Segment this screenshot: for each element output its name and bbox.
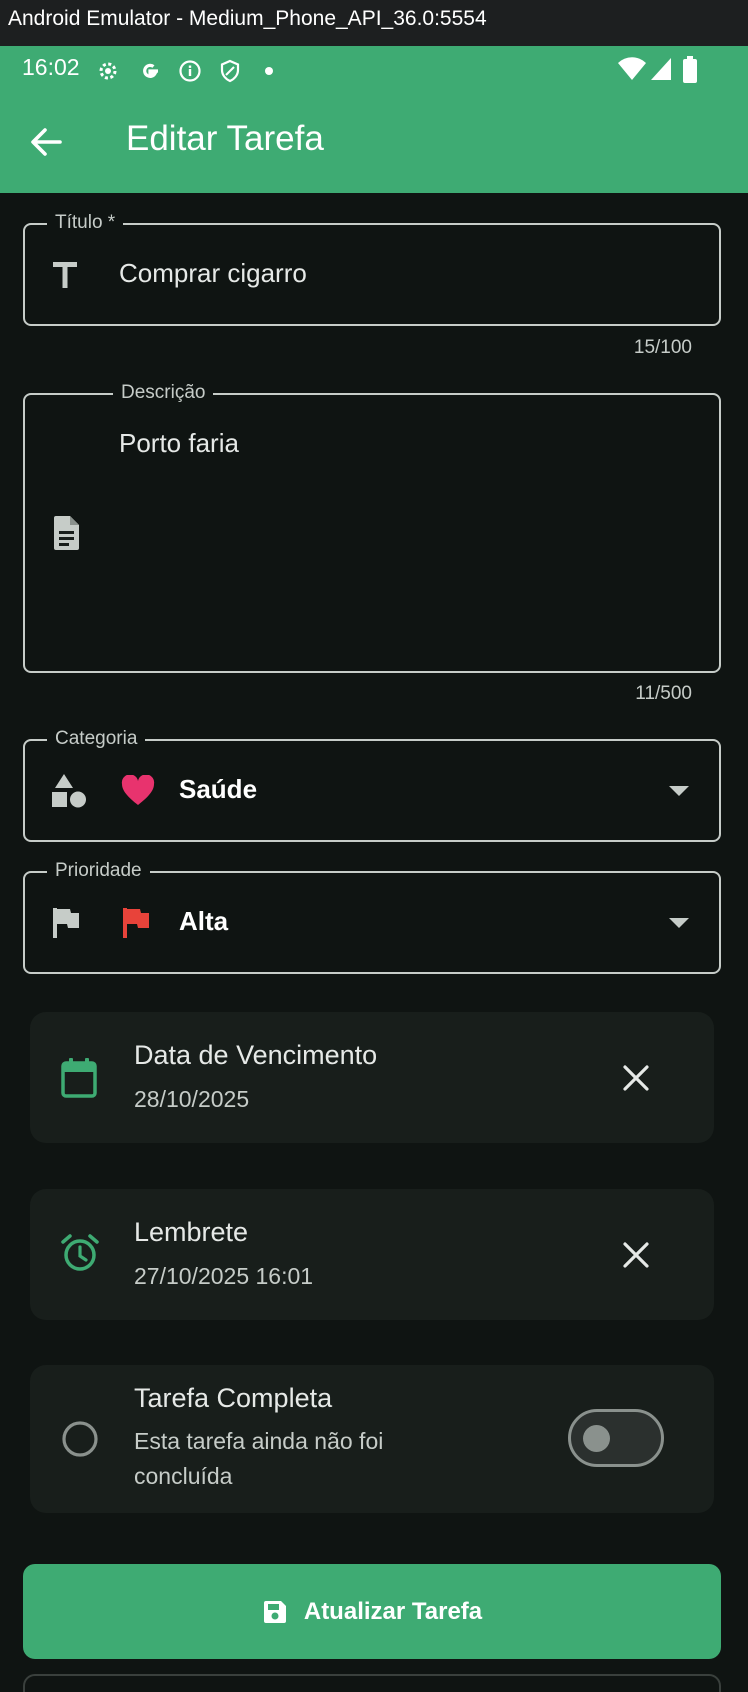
window-title: Android Emulator - Medium_Phone_API_36.0… xyxy=(8,7,487,30)
title-input[interactable]: Comprar cigarro xyxy=(119,258,307,289)
completion-card[interactable]: Tarefa Completa Esta tarefa ainda não fo… xyxy=(30,1365,714,1513)
close-icon[interactable] xyxy=(622,1241,650,1269)
info-icon xyxy=(179,60,201,82)
close-icon[interactable] xyxy=(622,1064,650,1092)
toggle-knob xyxy=(583,1425,610,1452)
completion-subtitle-line1: Esta tarefa ainda não foi xyxy=(134,1428,384,1454)
title-text-icon xyxy=(53,262,77,288)
status-bar: 16:02 xyxy=(0,46,748,92)
secondary-button[interactable] xyxy=(23,1674,721,1692)
description-input[interactable]: Porto faria xyxy=(119,428,239,459)
update-task-button[interactable]: Atualizar Tarefa xyxy=(23,1564,721,1659)
priority-select[interactable]: Prioridade Alta xyxy=(23,859,721,974)
heart-icon xyxy=(121,775,155,805)
notification-dot-icon xyxy=(265,67,273,75)
description-counter: 11/500 xyxy=(635,683,692,704)
description-field-label: Descrição xyxy=(113,381,214,405)
settings-icon xyxy=(99,62,117,80)
reminder-title: Lembrete xyxy=(134,1217,249,1247)
reminder-value: 27/10/2025 16:01 xyxy=(134,1263,314,1289)
due-date-title: Data de Vencimento xyxy=(134,1040,378,1070)
page-title: Editar Tarefa xyxy=(126,119,324,158)
description-field[interactable]: Descrição Porto faria xyxy=(23,381,721,673)
title-counter: 15/100 xyxy=(633,337,692,358)
alarm-icon xyxy=(61,1234,99,1271)
title-field[interactable]: Título * Comprar cigarro xyxy=(23,211,721,326)
category-shapes-icon xyxy=(52,774,86,808)
priority-field-label: Prioridade xyxy=(47,859,150,883)
update-task-label: Atualizar Tarefa xyxy=(303,1597,483,1625)
completion-title: Tarefa Completa xyxy=(134,1383,333,1413)
app-bar: Editar Tarefa xyxy=(0,92,748,193)
save-icon xyxy=(263,1600,286,1623)
flag-icon xyxy=(53,908,79,938)
window-title-bar: Android Emulator - Medium_Phone_API_36.0… xyxy=(0,0,748,46)
priority-value: Alta xyxy=(179,906,229,936)
completion-toggle[interactable] xyxy=(568,1409,664,1467)
google-icon xyxy=(143,63,158,78)
document-icon xyxy=(54,516,79,550)
signal-icon xyxy=(651,58,671,80)
completion-subtitle-line2: concluída xyxy=(134,1463,233,1489)
shield-icon xyxy=(220,59,240,83)
battery-icon xyxy=(683,56,697,83)
chevron-down-icon[interactable] xyxy=(669,786,689,796)
calendar-icon xyxy=(61,1058,97,1098)
reminder-card[interactable]: Lembrete 27/10/2025 16:01 xyxy=(30,1189,714,1320)
category-field-label: Categoria xyxy=(47,727,146,751)
priority-flag-icon xyxy=(123,908,149,938)
category-select[interactable]: Categoria Saúde xyxy=(23,727,721,842)
back-arrow-icon[interactable] xyxy=(26,122,66,162)
due-date-value: 28/10/2025 xyxy=(134,1086,250,1112)
chevron-down-icon[interactable] xyxy=(669,918,689,928)
wifi-icon xyxy=(618,57,646,80)
radio-unchecked-icon[interactable] xyxy=(60,1419,100,1459)
due-date-card[interactable]: Data de Vencimento 28/10/2025 xyxy=(30,1012,714,1143)
category-value: Saúde xyxy=(179,774,258,804)
title-field-label: Título * xyxy=(47,211,124,235)
status-time: 16:02 xyxy=(22,54,80,80)
